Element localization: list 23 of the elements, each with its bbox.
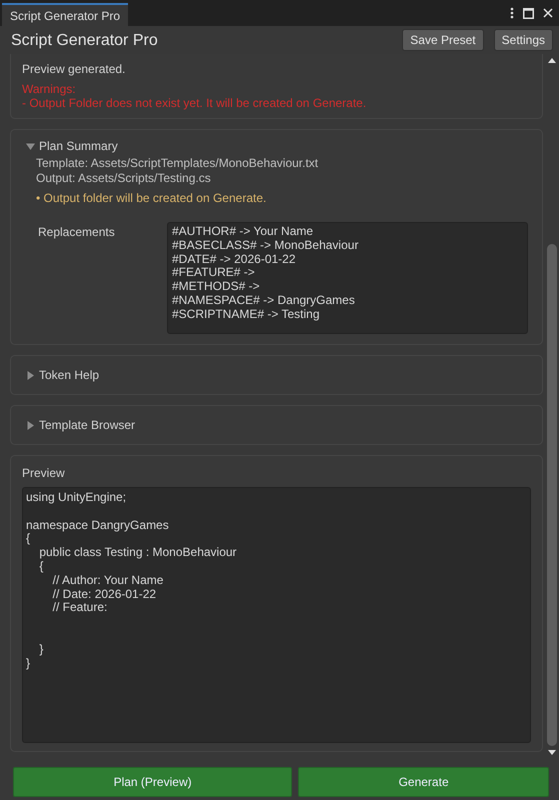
foldout-header[interactable]: Token Help bbox=[26, 368, 527, 382]
scroll-down-icon[interactable] bbox=[548, 750, 556, 756]
window-title: Script Generator Pro bbox=[11, 32, 158, 50]
note-text: • Output folder will be created on Generate. bbox=[36, 191, 268, 205]
more-icon[interactable] bbox=[510, 7, 514, 19]
action-button[interactable]: Generate bbox=[298, 767, 549, 797]
window-tab[interactable]: Script Generator Pro bbox=[2, 3, 128, 26]
foldout-header[interactable]: Plan Summary bbox=[26, 139, 531, 153]
maximize-icon[interactable] bbox=[523, 8, 534, 18]
close-icon[interactable] bbox=[543, 8, 553, 18]
warning-text: Warnings: - Output Folder does not exist yet. It will be created on Generate. bbox=[22, 82, 368, 110]
header-button[interactable]: Save Preset bbox=[402, 29, 484, 51]
header-button[interactable]: Settings bbox=[494, 29, 553, 51]
preview-title: Preview bbox=[22, 466, 66, 480]
foldout-header[interactable]: Template Browser bbox=[26, 418, 527, 432]
replacements-field[interactable]: #AUTHOR# -> Your Name #BASECLASS# -> MonoBehaviour #DATE# -> 2026-01-22 #FEATURE# -> #METHODS# -> #NAMESPACE# -> DangryGames #SCRIPTNAME# -> Testing bbox=[167, 222, 528, 334]
replacements-label: Replacements bbox=[38, 225, 116, 241]
summary-line: Template: Assets/ScriptTemplates/MonoBehaviour.txt bbox=[36, 156, 320, 171]
action-button[interactable]: Plan (Preview) bbox=[13, 767, 292, 797]
scroll-up-icon[interactable] bbox=[548, 58, 556, 64]
code-preview-field[interactable]: using UnityEngine; namespace DangryGames { public class Testing : MonoBehaviour { // Author: Your Name // Date: 2026-01-22 // Feature: } } bbox=[22, 487, 531, 743]
status-message: Preview generated. bbox=[22, 62, 126, 76]
summary-line: Output: Assets/Scripts/Testing.cs bbox=[36, 171, 212, 186]
